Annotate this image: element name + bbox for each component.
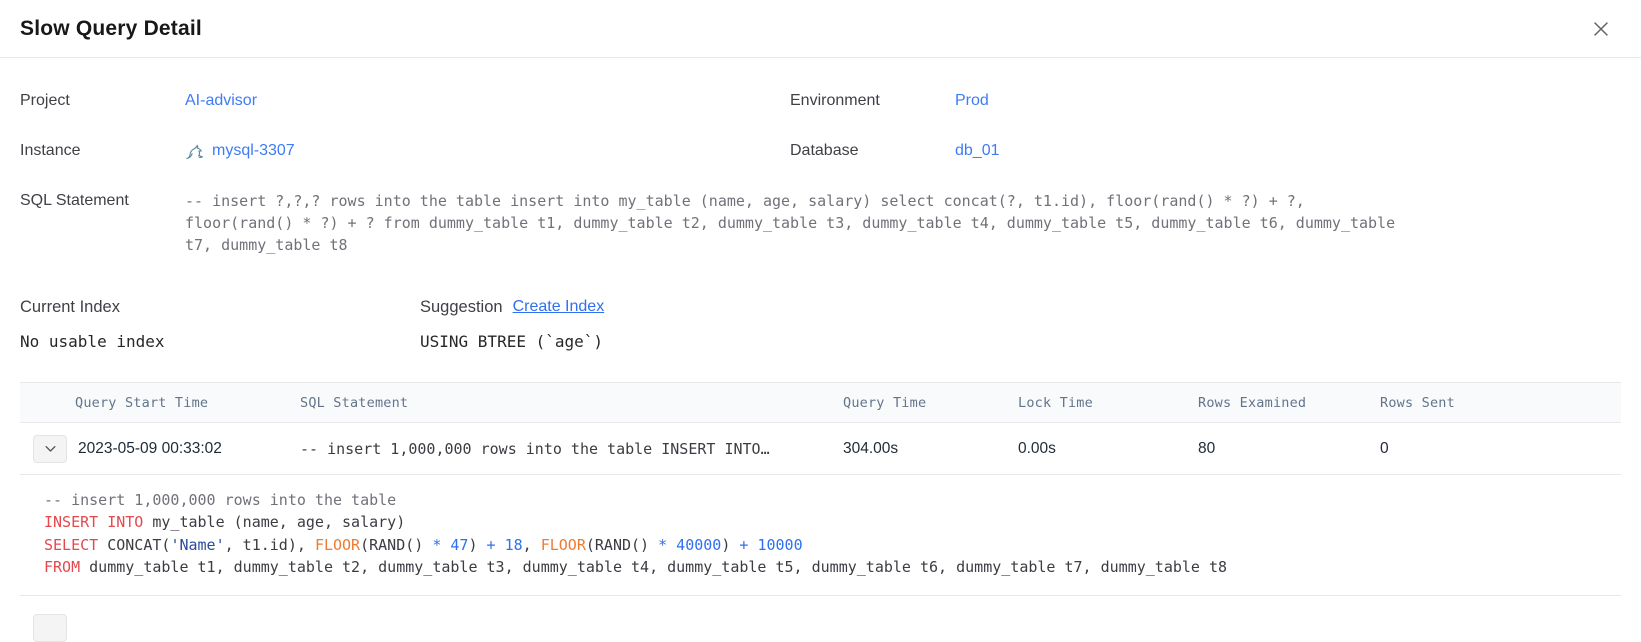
cell-lock-time: 0.00s: [1018, 440, 1198, 458]
cell-query-start-time: 2023-05-09 00:33:02: [75, 440, 300, 458]
chevron-down-icon: [43, 441, 58, 456]
sql-detail-line: FROM dummy_table t1, dummy_table t2, dum…: [44, 556, 1597, 578]
sql-statement-line: t7, dummy_table t8: [185, 234, 1395, 256]
sql-detail-line: SELECT CONCAT('Name', t1.id), FLOOR(RAND…: [44, 534, 1597, 556]
project-link[interactable]: AI-advisor: [185, 92, 257, 110]
close-icon: [1590, 18, 1612, 40]
project-label: Project: [20, 92, 185, 110]
table-row[interactable]: 2023-05-09 00:33:02 -- insert 1,000,000 …: [20, 423, 1621, 475]
suggestion-value: USING BTREE (`age`): [420, 332, 603, 351]
cell-sql-preview: -- insert 1,000,000 rows into the table …: [300, 440, 843, 458]
column-header-query-time: Query Time: [843, 395, 1018, 411]
meta-field-instance: Instance mysql-3307: [20, 126, 790, 176]
meta-field-project: Project AI-advisor: [20, 76, 790, 126]
column-header-lock-time: Lock Time: [1018, 395, 1198, 411]
cell-rows-sent: 0: [1380, 440, 1621, 458]
mysql-dolphin-icon: [185, 142, 206, 161]
instance-link[interactable]: mysql-3307: [185, 142, 295, 161]
cell-query-time: 304.00s: [843, 440, 1018, 458]
current-index-label: Current Index: [20, 298, 420, 317]
sql-statement-line: -- insert ?,?,? rows into the table inse…: [185, 190, 1395, 212]
column-header-rows-sent: Rows Sent: [1380, 395, 1621, 411]
create-index-link[interactable]: Create Index: [513, 298, 605, 316]
index-section: Current Index Suggestion Create Index No…: [20, 292, 1621, 360]
page-title: Slow Query Detail: [20, 17, 202, 41]
slow-query-table: Query Start Time SQL Statement Query Tim…: [20, 382, 1621, 596]
database-label: Database: [790, 142, 955, 160]
meta-field-environment: Environment Prod: [790, 76, 1621, 126]
environment-link[interactable]: Prod: [955, 92, 989, 110]
sql-detail-line: -- insert 1,000,000 rows into the table: [44, 489, 1597, 511]
sql-detail-block: -- insert 1,000,000 rows into the tableI…: [20, 475, 1621, 596]
close-button[interactable]: [1587, 15, 1615, 43]
column-header-query-start-time: Query Start Time: [75, 395, 300, 411]
sql-statement-section: SQL Statement -- insert ?,?,? rows into …: [20, 190, 1621, 256]
current-index-value: No usable index: [20, 332, 420, 351]
cell-rows-examined: 80: [1198, 440, 1380, 458]
instance-link-label: mysql-3307: [212, 142, 295, 160]
meta-section: Project AI-advisor Environment Prod Inst…: [20, 76, 1621, 176]
meta-field-database: Database db_01: [790, 126, 1621, 176]
instance-label: Instance: [20, 142, 185, 160]
sql-detail-line: INSERT INTO my_table (name, age, salary): [44, 511, 1597, 533]
column-header-sql-statement: SQL Statement: [300, 395, 843, 411]
environment-label: Environment: [790, 92, 955, 110]
dialog-header: Slow Query Detail: [0, 0, 1641, 58]
table-header-row: Query Start Time SQL Statement Query Tim…: [20, 383, 1621, 423]
expand-row-button[interactable]: [33, 435, 67, 463]
sql-statement-text: -- insert ?,?,? rows into the table inse…: [185, 190, 1395, 256]
database-link[interactable]: db_01: [955, 142, 1000, 160]
sql-statement-line: floor(rand() * ?) + ? from dummy_table t…: [185, 212, 1395, 234]
sql-statement-label: SQL Statement: [20, 190, 185, 256]
expand-row-button-next[interactable]: [33, 614, 67, 642]
suggestion-label: Suggestion: [420, 298, 503, 317]
column-header-rows-examined: Rows Examined: [1198, 395, 1380, 411]
